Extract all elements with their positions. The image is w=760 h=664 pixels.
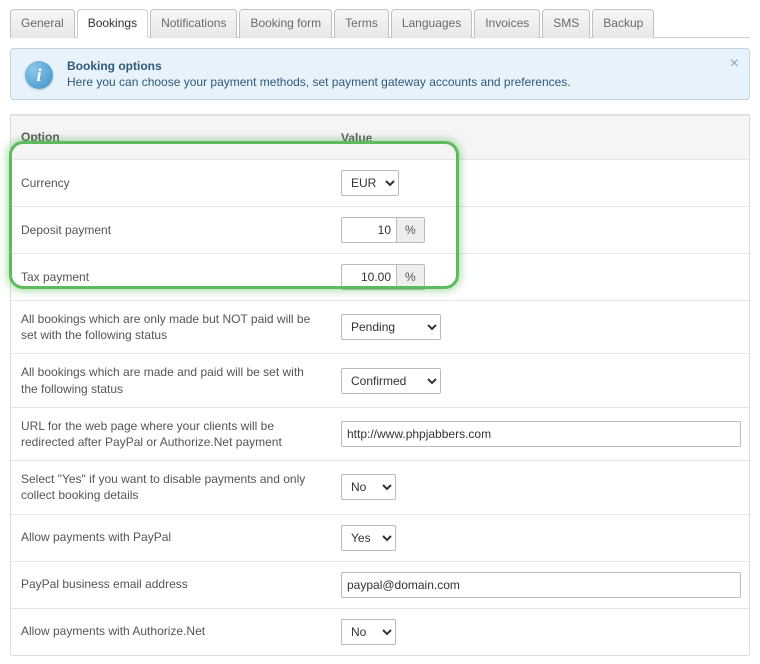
label-redirect-url: URL for the web page where your clients … [11, 408, 331, 460]
deposit-input[interactable] [341, 217, 396, 243]
row-paypal-email: PayPal business email address [11, 561, 749, 608]
row-currency: Currency EUR [11, 159, 749, 206]
tabs-bar: General Bookings Notifications Booking f… [10, 8, 750, 38]
allow-paypal-select[interactable]: Yes [341, 525, 396, 551]
row-deposit: Deposit payment % [11, 206, 749, 253]
header-option: Option [11, 123, 331, 151]
header-value: Value [331, 125, 749, 151]
tax-input[interactable] [341, 264, 396, 290]
paypal-email-input[interactable] [341, 572, 741, 598]
percent-suffix: % [396, 217, 425, 243]
options-table: Option Value Currency EUR Deposit paymen… [10, 114, 750, 656]
tab-backup[interactable]: Backup [592, 9, 654, 38]
label-status-paid: All bookings which are made and paid wil… [11, 354, 331, 406]
tab-languages[interactable]: Languages [391, 9, 472, 38]
label-tax: Tax payment [11, 259, 331, 295]
row-allow-authnet: Allow payments with Authorize.Net No [11, 608, 749, 655]
label-disable-pay: Select "Yes" if you want to disable paym… [11, 461, 331, 513]
label-status-unpaid: All bookings which are only made but NOT… [11, 301, 331, 353]
row-status-paid: All bookings which are made and paid wil… [11, 353, 749, 406]
row-status-unpaid: All bookings which are only made but NOT… [11, 300, 749, 353]
label-allow-authnet: Allow payments with Authorize.Net [11, 613, 331, 649]
allow-authnet-select[interactable]: No [341, 619, 396, 645]
tab-notifications[interactable]: Notifications [150, 9, 237, 38]
row-disable-pay: Select "Yes" if you want to disable paym… [11, 460, 749, 513]
redirect-url-input[interactable] [341, 421, 741, 447]
label-currency: Currency [11, 165, 331, 201]
label-paypal-email: PayPal business email address [11, 566, 331, 602]
disable-pay-select[interactable]: No [341, 474, 396, 500]
tab-sms[interactable]: SMS [542, 9, 590, 38]
row-tax: Tax payment % [11, 253, 749, 300]
tab-booking-form[interactable]: Booking form [239, 9, 332, 38]
row-redirect-url: URL for the web page where your clients … [11, 407, 749, 460]
close-icon[interactable]: × [730, 55, 739, 73]
currency-select[interactable]: EUR [341, 170, 399, 196]
status-paid-select[interactable]: Confirmed [341, 368, 441, 394]
info-panel: i × Booking options Here you can choose … [10, 48, 750, 100]
info-desc: Here you can choose your payment methods… [67, 75, 721, 89]
info-title: Booking options [67, 59, 721, 73]
tab-invoices[interactable]: Invoices [474, 9, 540, 38]
status-unpaid-select[interactable]: Pending [341, 314, 441, 340]
label-deposit: Deposit payment [11, 212, 331, 248]
table-header: Option Value [11, 115, 749, 159]
row-allow-paypal: Allow payments with PayPal Yes [11, 514, 749, 561]
percent-suffix: % [396, 264, 425, 290]
info-icon: i [25, 61, 53, 89]
tab-terms[interactable]: Terms [334, 9, 389, 38]
tab-bookings[interactable]: Bookings [77, 9, 148, 38]
label-allow-paypal: Allow payments with PayPal [11, 519, 331, 555]
tab-general[interactable]: General [10, 9, 75, 38]
